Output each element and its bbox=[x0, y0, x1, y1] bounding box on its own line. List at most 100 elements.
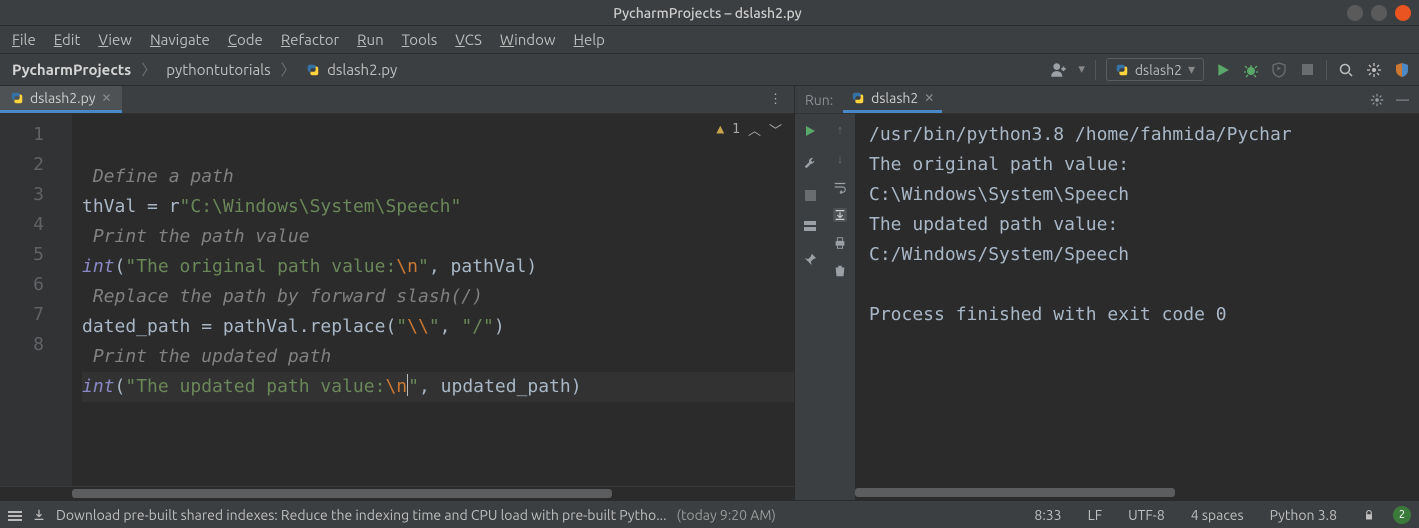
code-line[interactable]: Print the updated path bbox=[82, 342, 794, 372]
code-line[interactable]: int("The original path value:\n", pathVa… bbox=[82, 252, 794, 282]
code-line[interactable]: Print the path value bbox=[82, 222, 794, 252]
menu-edit[interactable]: Edit bbox=[46, 29, 89, 50]
run-config-selector[interactable]: dslash2 ▾ bbox=[1106, 58, 1204, 81]
token-ident: thVal bbox=[82, 196, 136, 217]
python-file-icon bbox=[851, 91, 865, 105]
chevron-up-icon[interactable]: ︿ bbox=[748, 120, 761, 139]
line-number[interactable]: 7 bbox=[0, 300, 72, 330]
rerun-icon[interactable] bbox=[801, 122, 819, 140]
editor-body[interactable]: 12345678 Define a paththVal = r"C:\Windo… bbox=[0, 114, 794, 486]
gear-icon[interactable] bbox=[1365, 61, 1383, 79]
down-icon[interactable]: ↓ bbox=[837, 151, 844, 166]
output-line: Process finished with exit code 0 bbox=[869, 300, 1419, 330]
line-number[interactable]: 3 bbox=[0, 180, 72, 210]
close-tab-icon[interactable]: ✕ bbox=[101, 91, 111, 105]
search-icon[interactable] bbox=[1337, 61, 1355, 79]
maximize-button[interactable] bbox=[1371, 5, 1387, 21]
scroll-to-end-icon[interactable] bbox=[833, 208, 847, 222]
menu-help[interactable]: Help bbox=[565, 29, 612, 50]
menu-file[interactable]: File bbox=[4, 29, 44, 50]
run-tab[interactable]: dslash2 ✕ bbox=[843, 86, 942, 113]
menu-view[interactable]: View bbox=[90, 29, 140, 50]
close-button[interactable] bbox=[1395, 5, 1411, 21]
breadcrumb-root[interactable]: PycharmProjects bbox=[8, 59, 135, 80]
token-op: , bbox=[429, 256, 451, 277]
line-number[interactable]: 1 bbox=[0, 120, 72, 150]
breadcrumb-file[interactable]: dslash2.py bbox=[302, 59, 402, 80]
soft-wrap-icon[interactable] bbox=[833, 180, 847, 194]
wrench-icon[interactable] bbox=[801, 154, 819, 172]
menu-window[interactable]: Window bbox=[492, 29, 564, 50]
gear-icon[interactable] bbox=[1370, 93, 1384, 107]
code-line[interactable]: Replace the path by forward slash(/) bbox=[82, 282, 794, 312]
breadcrumb-folder[interactable]: pythontutorials bbox=[162, 59, 274, 80]
toolbar-separator bbox=[1095, 60, 1096, 80]
menu-tools[interactable]: Tools bbox=[394, 29, 446, 50]
chevron-down-icon[interactable]: ﹀ bbox=[769, 120, 782, 139]
coverage-icon[interactable] bbox=[1270, 61, 1288, 79]
line-number[interactable]: 6 bbox=[0, 270, 72, 300]
code-line[interactable]: thVal = r"C:\Windows\System\Speech" bbox=[82, 192, 794, 222]
menu-code[interactable]: Code bbox=[220, 29, 271, 50]
window-controls bbox=[1347, 5, 1411, 21]
shield-icon[interactable] bbox=[1393, 61, 1411, 79]
run-icon[interactable] bbox=[1214, 61, 1232, 79]
menu-refactor[interactable]: Refactor bbox=[273, 29, 347, 50]
notifications-badge[interactable]: 2 bbox=[1393, 506, 1411, 524]
code-area[interactable]: Define a paththVal = r"C:\Windows\System… bbox=[72, 114, 794, 486]
token-str: "C:\Windows\System\Speech" bbox=[180, 196, 462, 217]
line-number[interactable]: 8 bbox=[0, 330, 72, 360]
print-icon[interactable] bbox=[833, 236, 847, 250]
minimize-button[interactable] bbox=[1347, 5, 1363, 21]
download-icon bbox=[32, 508, 46, 522]
token-func: int bbox=[82, 376, 115, 397]
python-file-icon bbox=[10, 91, 24, 105]
menu-navigate[interactable]: Navigate bbox=[142, 29, 218, 50]
layout-icon[interactable] bbox=[801, 218, 819, 236]
line-number[interactable]: 2 bbox=[0, 150, 72, 180]
token-str: "The updated path value: bbox=[125, 376, 385, 397]
status-indent[interactable]: 4 spaces bbox=[1183, 507, 1252, 523]
status-line-sep[interactable]: LF bbox=[1080, 507, 1111, 523]
close-tab-icon[interactable]: ✕ bbox=[924, 91, 934, 105]
menu-vcs[interactable]: VCS bbox=[447, 29, 490, 50]
editor-horizontal-scrollbar[interactable] bbox=[0, 486, 794, 500]
menubar: FileEditViewNavigateCodeRefactorRunTools… bbox=[0, 26, 1419, 54]
run-output[interactable]: /usr/bin/python3.8 /home/fahmida/PycharT… bbox=[855, 114, 1419, 500]
stop-icon[interactable] bbox=[1298, 61, 1316, 79]
pin-icon[interactable] bbox=[801, 250, 819, 268]
tab-overflow-icon[interactable]: ⋮ bbox=[757, 92, 794, 107]
token-esc: \n bbox=[396, 256, 418, 277]
line-number[interactable]: 4 bbox=[0, 210, 72, 240]
code-line[interactable]: dated_path = pathVal.replace("\\", "/") bbox=[82, 312, 794, 342]
up-icon[interactable]: ↑ bbox=[837, 122, 844, 137]
menu-run[interactable]: Run bbox=[349, 29, 392, 50]
titlebar: PycharmProjects – dslash2.py bbox=[0, 0, 1419, 26]
tab-file[interactable]: dslash2.py ✕ bbox=[0, 86, 122, 113]
hide-icon[interactable]: — bbox=[1396, 93, 1409, 107]
add-user-icon[interactable] bbox=[1050, 61, 1068, 79]
status-interpreter[interactable]: Python 3.8 bbox=[1262, 507, 1345, 523]
scrollbar-thumb[interactable] bbox=[855, 488, 1175, 497]
tool-windows-icon[interactable] bbox=[8, 509, 22, 521]
stop-icon[interactable] bbox=[801, 186, 819, 204]
run-toolbar-left2: ↑ ↓ bbox=[825, 114, 855, 500]
line-number[interactable]: 5 bbox=[0, 240, 72, 270]
code-line[interactable]: int("The updated path value:\n", updated… bbox=[82, 372, 794, 402]
token-ident: pathVal bbox=[451, 256, 527, 277]
navbar: PycharmProjects 〉 pythontutorials 〉 dsla… bbox=[0, 54, 1419, 86]
scrollbar-thumb[interactable] bbox=[72, 489, 612, 498]
run-header: Run: dslash2 ✕ — bbox=[795, 86, 1419, 114]
status-caret-pos[interactable]: 8:33 bbox=[1026, 507, 1069, 523]
code-line[interactable]: Define a path bbox=[82, 162, 794, 192]
lock-icon[interactable] bbox=[1355, 509, 1383, 521]
status-message[interactable]: Download pre-built shared indexes: Reduc… bbox=[56, 507, 667, 523]
inspection-widget[interactable]: ▲ 1 ︿ ﹀ bbox=[716, 120, 782, 139]
status-encoding[interactable]: UTF-8 bbox=[1120, 507, 1173, 523]
trash-icon[interactable] bbox=[833, 264, 847, 278]
token-comment: Print the path value bbox=[82, 226, 310, 247]
editor-pane: dslash2.py ✕ ⋮ 12345678 Define a paththV… bbox=[0, 86, 795, 500]
token-op: ) bbox=[494, 316, 505, 337]
run-horizontal-scrollbar[interactable] bbox=[855, 486, 1419, 500]
debug-icon[interactable] bbox=[1242, 61, 1260, 79]
